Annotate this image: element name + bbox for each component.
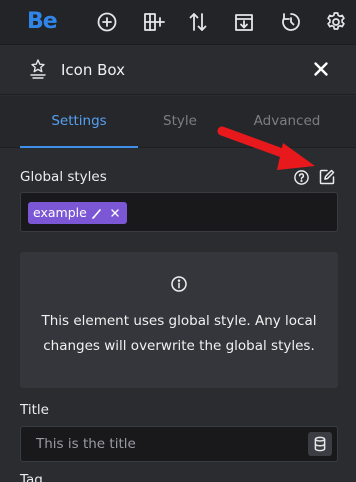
tag-label: Tag — [20, 472, 43, 482]
help-icon[interactable] — [293, 169, 310, 186]
remove-tag-icon[interactable] — [109, 202, 121, 224]
builder-panel: Be Icon Box Settings Style Advanced Glob… — [0, 0, 356, 482]
panel-header: Icon Box — [0, 45, 356, 95]
tab-style[interactable]: Style — [121, 96, 239, 148]
history-icon[interactable] — [279, 10, 303, 34]
global-style-tag[interactable]: example — [28, 202, 127, 224]
global-style-notice-text: This element uses global style. Any loca… — [41, 313, 317, 354]
global-styles-label: Global styles — [20, 169, 107, 185]
info-icon — [170, 275, 188, 293]
top-toolbar: Be — [0, 0, 356, 45]
title-placeholder: This is the title — [36, 436, 136, 452]
bricks-logo[interactable]: Be — [27, 8, 58, 36]
manage-global-styles-icon[interactable] — [318, 168, 336, 186]
tab-advanced[interactable]: Advanced — [228, 96, 346, 148]
global-styles-field[interactable]: example — [20, 192, 338, 232]
panel-tabs: Settings Style Advanced — [0, 96, 356, 148]
dynamic-data-button[interactable] — [308, 432, 332, 456]
global-style-tag-label: example — [33, 205, 87, 220]
save-icon[interactable] — [232, 10, 256, 34]
sort-icon[interactable] — [186, 10, 210, 34]
settings-gear-icon[interactable] — [324, 10, 348, 34]
global-style-notice: This element uses global style. Any loca… — [20, 252, 338, 388]
title-input[interactable]: This is the title — [20, 426, 338, 462]
pencil-icon[interactable] — [91, 202, 103, 224]
panel-title: Icon Box — [61, 61, 126, 79]
close-icon[interactable] — [311, 59, 331, 79]
add-icon[interactable] — [95, 10, 119, 34]
title-label: Title — [20, 402, 49, 418]
structure-add-icon[interactable] — [141, 10, 165, 34]
icon-box-icon — [27, 58, 49, 80]
